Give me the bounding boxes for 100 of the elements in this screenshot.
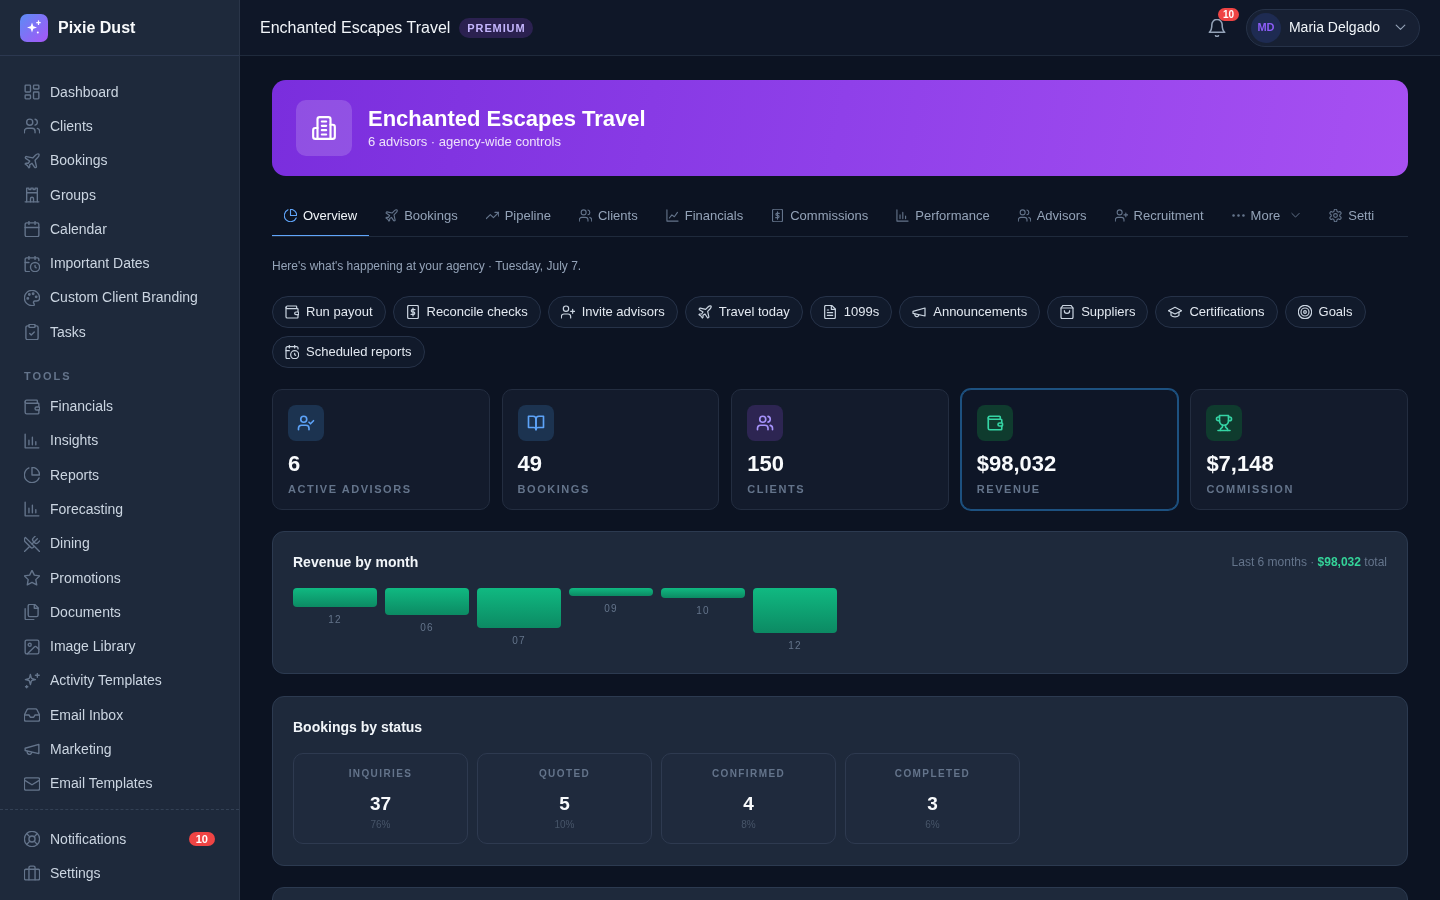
castle-icon (24, 187, 40, 204)
chart-summary: Last 6 months · $98,032 total (1231, 554, 1387, 571)
sidebar-item[interactable]: Tasks (12, 315, 227, 350)
clipboard-check-icon (24, 324, 40, 341)
sidebar-item[interactable]: Important Dates (12, 246, 227, 281)
sidebar-item[interactable]: Reports (12, 457, 227, 493)
quick-action-button[interactable]: Goals (1284, 296, 1366, 328)
quick-action-button[interactable]: Invite advisors (547, 296, 678, 328)
mail-icon (24, 775, 40, 792)
stat-label: REVENUE (976, 482, 1042, 496)
tab[interactable]: Overview (272, 196, 370, 236)
sidebar-item[interactable]: Dining (12, 526, 227, 561)
sidebar-item[interactable]: Email Inbox (12, 698, 227, 733)
graduation-cap-icon (1168, 305, 1183, 319)
bar-chart-icon (24, 501, 40, 518)
pie-chart-icon (284, 209, 297, 222)
user-menu-button[interactable]: MD Maria Delgado (1245, 8, 1420, 47)
stat-label: ACTIVE ADVISORS (288, 482, 413, 496)
banner-subtitle: 6 advisors · agency-wide controls (368, 132, 562, 151)
calendar-icon (24, 221, 40, 238)
quick-action-button[interactable]: Announcements (899, 296, 1041, 328)
card-title: Bookings by status (293, 718, 424, 737)
status-label: QUOTED (537, 768, 592, 780)
quick-action-button[interactable]: Travel today (684, 296, 803, 328)
tab[interactable]: More (1219, 196, 1314, 236)
briefcase-icon (24, 865, 40, 882)
sparkles-logo-icon (20, 13, 48, 42)
tab[interactable]: Advisors (1005, 196, 1099, 236)
sidebar-item[interactable]: Insights (12, 423, 227, 458)
pie-chart-icon (24, 467, 40, 484)
sidebar-item[interactable]: Marketing (12, 732, 227, 767)
wallet-icon (24, 398, 40, 415)
bell-icon[interactable] (1207, 18, 1226, 37)
shopping-bag-icon (1060, 305, 1075, 319)
sidebar-item[interactable]: Image Library (12, 629, 227, 664)
calendar-clock-icon (24, 255, 40, 272)
section-heading: TOOLS (24, 369, 73, 385)
star-icon (24, 570, 40, 586)
tab[interactable]: Bookings (373, 196, 470, 236)
document-icon (822, 305, 837, 319)
sidebar-item[interactable]: Custom Client Branding (12, 280, 227, 316)
quick-action-button[interactable]: Certifications (1155, 296, 1278, 328)
stat-value: 150 (747, 451, 785, 477)
tab[interactable]: Financials (653, 196, 756, 236)
trending-up-icon (485, 209, 499, 222)
user-name: Maria Delgado (1288, 18, 1380, 37)
sidebar-item[interactable]: Email Templates (12, 766, 227, 801)
calendar-clock-icon (285, 345, 299, 359)
sidebar-item[interactable]: Clients (12, 109, 227, 144)
sidebar-item[interactable]: Calendar (12, 212, 227, 247)
notification-badge: 10 (1217, 7, 1240, 21)
card-title: Revenue by month (293, 553, 419, 572)
sidebar-item[interactable]: Activity Templates (12, 663, 227, 699)
sidebar-item[interactable]: Documents (12, 595, 227, 630)
sidebar-item[interactable]: Notifications 10 (12, 821, 227, 857)
tab[interactable]: Pipeline (473, 196, 563, 236)
user-plus-icon (1114, 209, 1128, 222)
sidebar-item[interactable]: Promotions (12, 560, 227, 596)
target-icon (1297, 305, 1312, 319)
image-icon (24, 638, 40, 655)
bar-chart-icon (24, 432, 40, 449)
status-count: 37 (368, 793, 393, 815)
tab[interactable]: Performance (884, 196, 1002, 236)
plane-icon (697, 305, 712, 319)
bar-label: 12 (788, 639, 802, 653)
stat-value: $7,148 (1206, 451, 1275, 477)
quick-action-button[interactable]: Suppliers (1047, 296, 1149, 328)
tab[interactable]: Setti (1317, 196, 1387, 236)
line-chart-icon (665, 209, 679, 222)
bar-chart-icon (896, 209, 910, 222)
sidebar-item[interactable]: Groups (12, 177, 227, 213)
users-icon (578, 209, 592, 222)
sidebar-item[interactable]: Settings (12, 856, 227, 891)
quick-action-button[interactable]: Run payout (272, 296, 386, 328)
tab[interactable]: Clients (566, 196, 650, 236)
greeting-text: Here's what's happening at your agency · Tuesday, July 7. (272, 259, 583, 273)
lifebuoy-icon (24, 831, 40, 848)
wallet-icon (285, 305, 299, 319)
bar-label: 09 (604, 602, 618, 616)
quick-action-button[interactable]: Scheduled reports (272, 336, 425, 368)
palette-icon (24, 289, 40, 306)
brand-name: Pixie Dust (58, 17, 136, 38)
sidebar-item[interactable]: Bookings (12, 143, 227, 178)
status-label: CONFIRMED (710, 768, 787, 780)
utensils-icon (24, 535, 40, 552)
quick-action-button[interactable]: Reconcile checks (392, 296, 541, 328)
status-count: 5 (558, 793, 571, 815)
quick-action-button[interactable]: 1099s (809, 296, 893, 328)
sidebar-item[interactable]: Dashboard (12, 75, 227, 110)
tab[interactable]: Recruitment (1102, 196, 1216, 236)
status-label: COMPLETED (893, 768, 972, 780)
status-label: INQUIRIES (347, 768, 414, 780)
bar-label: 10 (696, 604, 710, 618)
tab[interactable]: Commissions (759, 196, 881, 236)
plane-icon (24, 152, 40, 169)
megaphone-icon (912, 305, 927, 319)
stat-label: BOOKINGS (517, 482, 591, 496)
megaphone-icon (24, 741, 40, 758)
sidebar-item[interactable]: Forecasting (12, 492, 227, 527)
sidebar-item[interactable]: Financials (12, 389, 227, 424)
